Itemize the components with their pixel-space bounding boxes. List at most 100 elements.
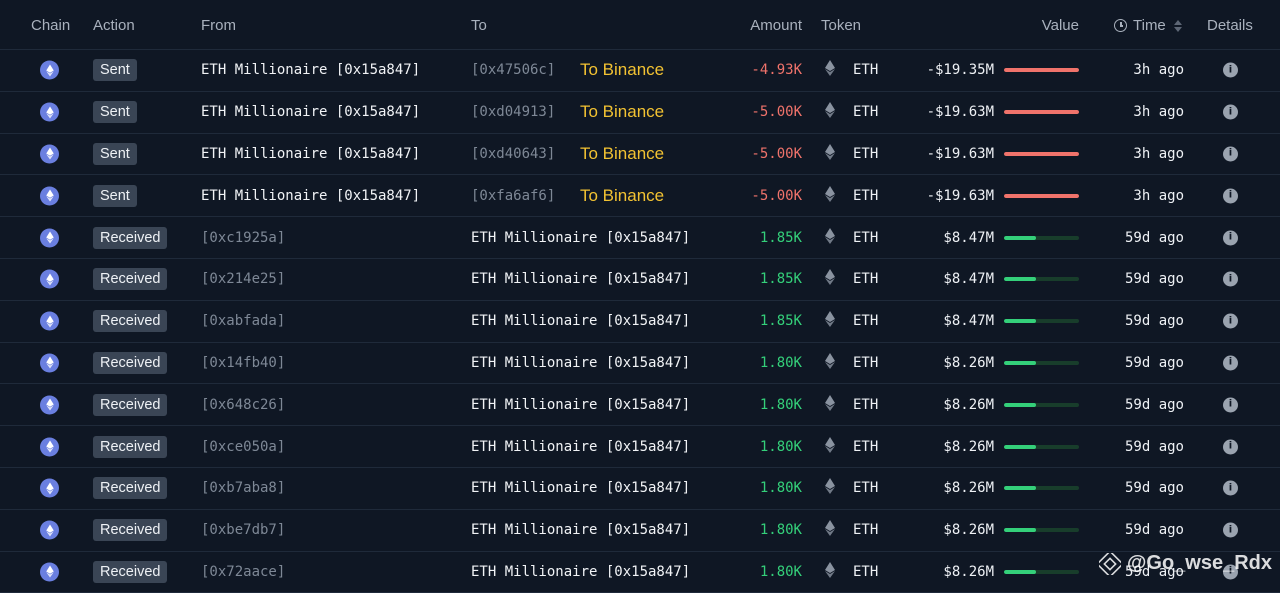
value-bar <box>1004 486 1079 491</box>
token-symbol[interactable]: ETH <box>853 104 878 120</box>
header-chain: Chain <box>31 17 71 34</box>
time-ago: 3h ago <box>1133 145 1184 162</box>
info-icon[interactable]: i <box>1223 188 1238 204</box>
table-row[interactable]: Received [0x14fb40] ETH Millionaire [0x15a… <box>0 343 1280 385</box>
usd-value: -$19.63M <box>926 187 994 204</box>
info-icon[interactable]: i <box>1223 62 1238 78</box>
info-icon[interactable]: i <box>1223 146 1238 162</box>
amount: 1.80K <box>759 480 802 497</box>
table-row[interactable]: Received [0x72aace] ETH Millionaire [0x15a… <box>0 552 1280 593</box>
table-row[interactable]: Received [0x214e25] ETH Millionaire [0x15a… <box>0 259 1280 301</box>
from-address[interactable]: ETH Millionaire [0x15a847] <box>201 62 420 78</box>
value-bar <box>1004 528 1079 533</box>
usd-value: $8.47M <box>943 313 994 330</box>
time-ago: 59d ago <box>1124 271 1184 288</box>
info-icon[interactable]: i <box>1223 313 1238 329</box>
amount: -4.93K <box>751 62 802 79</box>
eth-token-icon <box>825 60 835 80</box>
table-row[interactable]: Received [0xb7aba8] ETH Millionaire [0x15a… <box>0 468 1280 510</box>
from-address[interactable]: [0x14fb40] <box>201 355 285 371</box>
info-icon[interactable]: i <box>1223 439 1238 455</box>
usd-value: $8.26M <box>943 396 994 413</box>
token-symbol[interactable]: ETH <box>853 271 878 287</box>
from-address[interactable]: [0xabfada] <box>201 313 285 329</box>
info-icon[interactable]: i <box>1223 355 1238 371</box>
from-address[interactable]: [0x214e25] <box>201 271 285 287</box>
to-entity-label[interactable]: To Binance <box>580 102 664 122</box>
token-symbol[interactable]: ETH <box>853 397 878 413</box>
amount: -5.00K <box>751 187 802 204</box>
from-address[interactable]: [0xc1925a] <box>201 230 285 246</box>
to-address[interactable]: ETH Millionaire [0x15a847] <box>471 480 690 496</box>
token-symbol[interactable]: ETH <box>853 439 878 455</box>
to-address[interactable]: ETH Millionaire [0x15a847] <box>471 313 690 329</box>
header-from: From <box>201 17 236 34</box>
to-entity-label[interactable]: To Binance <box>580 144 664 164</box>
from-address[interactable]: [0xbe7db7] <box>201 522 285 538</box>
from-address[interactable]: [0xb7aba8] <box>201 480 285 496</box>
ethereum-chain-icon <box>40 144 59 164</box>
token-symbol[interactable]: ETH <box>853 480 878 496</box>
eth-token-icon <box>825 227 835 248</box>
info-icon[interactable]: i <box>1223 230 1238 246</box>
to-address[interactable]: ETH Millionaire [0x15a847] <box>471 397 690 413</box>
table-row[interactable]: Sent ETH Millionaire [0x15a847] [0xd40643]… <box>0 134 1280 176</box>
table-row[interactable]: Received [0xc1925a] ETH Millionaire [0x15a… <box>0 217 1280 259</box>
table-row[interactable]: Sent ETH Millionaire [0x15a847] [0xd04913]… <box>0 92 1280 134</box>
transactions-table: Chain Action From To Amount Token Value … <box>0 0 1280 593</box>
to-address[interactable]: ETH Millionaire [0x15a847] <box>471 564 690 580</box>
info-icon[interactable]: i <box>1223 397 1238 413</box>
to-address[interactable]: ETH Millionaire [0x15a847] <box>471 522 690 538</box>
ethereum-chain-icon <box>40 186 59 206</box>
from-address[interactable]: [0xce050a] <box>201 439 285 455</box>
usd-value: $8.26M <box>943 480 994 497</box>
token-symbol[interactable]: ETH <box>853 355 878 371</box>
token-symbol[interactable]: ETH <box>853 564 878 580</box>
info-icon[interactable]: i <box>1223 104 1238 120</box>
value-bar-fill <box>1004 68 1079 73</box>
token-symbol[interactable]: ETH <box>853 230 878 246</box>
info-icon[interactable]: i <box>1223 480 1238 496</box>
table-row[interactable]: Received [0x648c26] ETH Millionaire [0x15a… <box>0 384 1280 427</box>
from-address[interactable]: [0x648c26] <box>201 397 285 413</box>
to-address[interactable]: ETH Millionaire [0x15a847] <box>471 439 690 455</box>
table-row[interactable]: Sent ETH Millionaire [0x15a847] [0x47506c]… <box>0 50 1280 92</box>
ethereum-chain-icon <box>40 520 59 540</box>
token-symbol[interactable]: ETH <box>853 313 878 329</box>
to-address[interactable]: [0xd40643] <box>471 146 555 162</box>
value-bar-fill <box>1004 528 1036 533</box>
info-icon[interactable]: i <box>1223 522 1238 538</box>
from-address[interactable]: [0x72aace] <box>201 564 285 580</box>
amount: 1.80K <box>759 438 802 455</box>
table-row[interactable]: Received [0xce050a] ETH Millionaire [0x15a… <box>0 426 1280 468</box>
ethereum-chain-icon <box>40 437 59 457</box>
usd-value: $8.26M <box>943 354 994 371</box>
token-symbol[interactable]: ETH <box>853 62 878 78</box>
info-icon[interactable]: i <box>1223 271 1238 287</box>
to-address[interactable]: ETH Millionaire [0x15a847] <box>471 355 690 371</box>
from-address[interactable]: ETH Millionaire [0x15a847] <box>201 104 420 120</box>
table-row[interactable]: Sent ETH Millionaire [0x15a847] [0xfa6af6]… <box>0 175 1280 218</box>
to-address[interactable]: [0x47506c] <box>471 62 555 78</box>
to-address[interactable]: ETH Millionaire [0x15a847] <box>471 271 690 287</box>
to-entity-label[interactable]: To Binance <box>580 186 664 206</box>
to-address[interactable]: [0xd04913] <box>471 104 555 120</box>
usd-value: $8.47M <box>943 271 994 288</box>
usd-value: -$19.35M <box>926 62 994 79</box>
token-symbol[interactable]: ETH <box>853 188 878 204</box>
from-address[interactable]: ETH Millionaire [0x15a847] <box>201 146 420 162</box>
token-symbol[interactable]: ETH <box>853 522 878 538</box>
table-row[interactable]: Received [0xbe7db7] ETH Millionaire [0x15a… <box>0 510 1280 552</box>
to-address[interactable]: [0xfa6af6] <box>471 188 555 204</box>
eth-token-icon <box>825 478 835 498</box>
eth-token-icon <box>825 561 835 582</box>
from-address[interactable]: ETH Millionaire [0x15a847] <box>201 188 420 204</box>
to-address[interactable]: ETH Millionaire [0x15a847] <box>471 230 690 246</box>
table-row[interactable]: Received [0xabfada] ETH Millionaire [0x15a… <box>0 301 1280 343</box>
header-time-sort[interactable]: Time <box>1114 17 1182 34</box>
ethereum-chain-icon <box>40 311 59 331</box>
to-entity-label[interactable]: To Binance <box>580 60 664 80</box>
amount: 1.85K <box>759 271 802 288</box>
token-symbol[interactable]: ETH <box>853 146 878 162</box>
action-badge: Received <box>93 519 168 542</box>
